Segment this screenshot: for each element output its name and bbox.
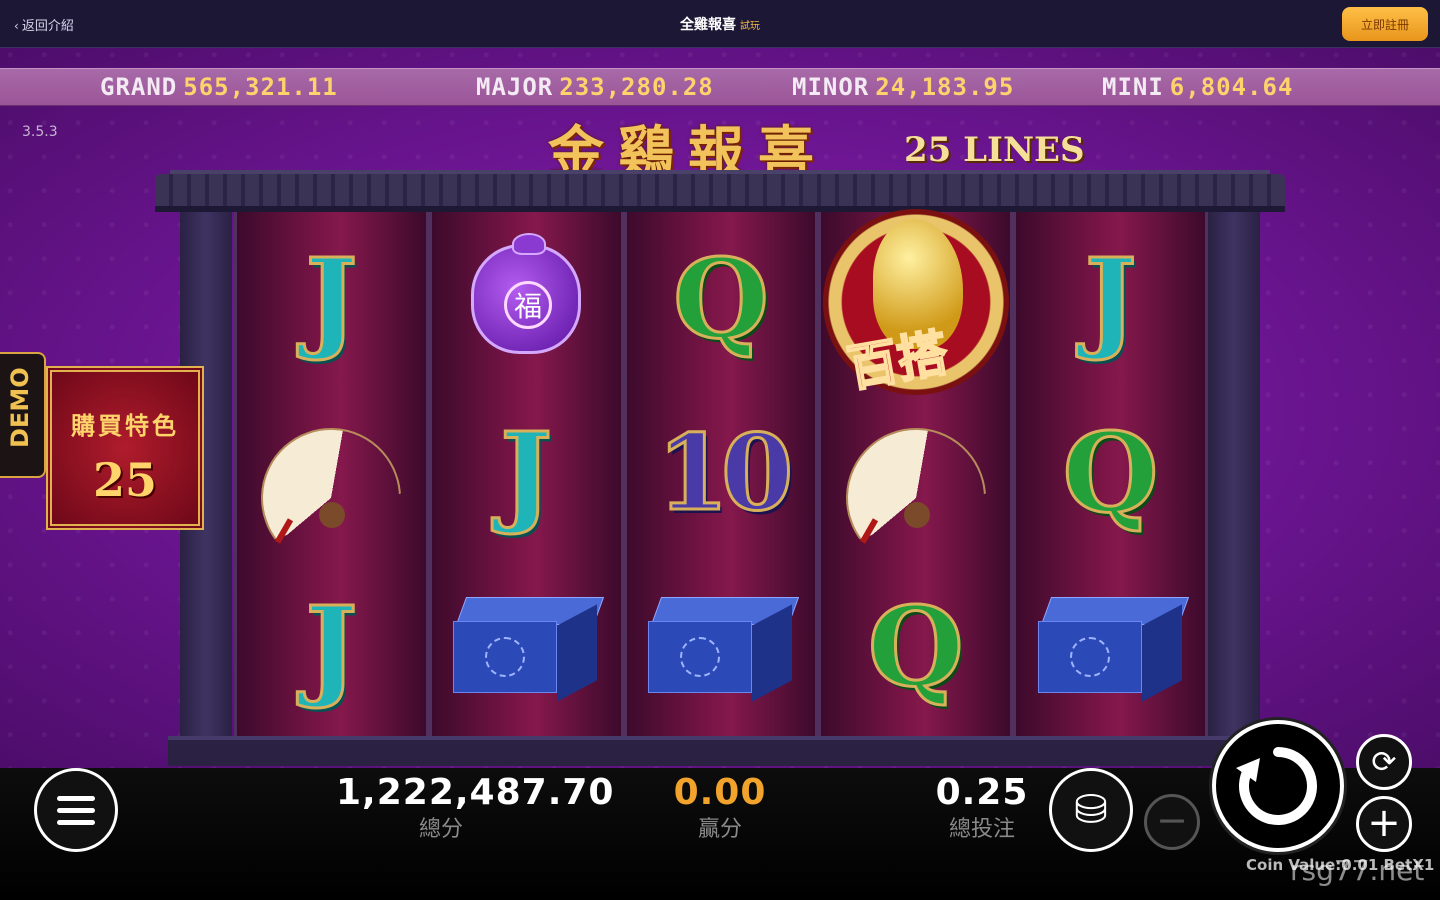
reel-4: 百搭 Q xyxy=(818,209,1014,736)
menu-icon-line xyxy=(57,819,95,825)
demo-tab: DEMO xyxy=(0,352,46,478)
balance-display: 1,222,487.70 總分 xyxy=(336,772,615,843)
symbol-fan xyxy=(846,428,986,518)
game-title: 全雞報喜 試玩 xyxy=(0,14,1440,34)
menu-icon xyxy=(57,795,95,801)
jackpot-mini: MINI 6,804.64 xyxy=(1102,73,1293,101)
reel-grid: J J 福 J Q 10 百搭 Q J Q xyxy=(234,209,1208,736)
buy-feature-button[interactable]: 購買特色 25 xyxy=(46,366,204,530)
symbol-box xyxy=(647,597,800,702)
symbol-lucky-bag: 福 xyxy=(471,233,582,354)
jackpot-minor-label: MINOR xyxy=(792,73,870,101)
symbol-j: J xyxy=(1083,234,1138,363)
symbol-box xyxy=(453,597,605,702)
symbol-q: Q xyxy=(1061,408,1160,537)
jackpot-mini-label: MINI xyxy=(1102,73,1164,101)
bet-display: 0.25 總投注 xyxy=(922,772,1042,843)
frame-base xyxy=(168,736,1238,766)
reel-cell xyxy=(1016,560,1205,734)
reel-cell: Q xyxy=(1016,386,1205,560)
jackpot-major: MAJOR 233,280.28 xyxy=(476,73,714,101)
reel-cell: 福 xyxy=(432,212,621,386)
reel-cell: J xyxy=(237,560,426,734)
spin-icon xyxy=(1236,747,1317,825)
coin-settings-button[interactable]: ⛁ xyxy=(1049,768,1133,852)
reel-cell: 百搭 xyxy=(821,209,1010,399)
symbol-j: J xyxy=(304,582,359,711)
top-bar: ‹ 返回介紹 全雞報喜 試玩 立即註冊 xyxy=(0,0,1440,48)
bet-increase-button[interactable]: + xyxy=(1356,796,1412,852)
reel-cell: Q xyxy=(627,212,816,386)
buy-feature-title: 購買特色 xyxy=(71,411,179,440)
reel-cell: 10 xyxy=(627,386,816,560)
reel-cell xyxy=(432,560,621,734)
trial-tag: 試玩 xyxy=(740,21,760,32)
symbol-q: Q xyxy=(672,234,771,363)
jackpot-minor: MINOR 24,183.95 xyxy=(792,73,1014,101)
reel-5: JQ xyxy=(1013,212,1208,736)
demo-label: DEMO xyxy=(6,367,34,448)
symbol-j: J xyxy=(499,408,554,537)
spin-button[interactable] xyxy=(1212,720,1344,852)
register-button[interactable]: 立即註冊 xyxy=(1342,7,1428,41)
fan-handle xyxy=(319,502,346,528)
box-medallion xyxy=(679,637,720,677)
symbol-10: 10 xyxy=(655,411,795,534)
win-label: 贏分 xyxy=(697,817,742,842)
menu-icon-line xyxy=(57,807,95,813)
fan-handle xyxy=(903,502,930,528)
coins-icon: ⛁ xyxy=(1074,787,1108,833)
win-value: 0.00 xyxy=(673,772,767,813)
bet-decrease-button[interactable]: − xyxy=(1144,794,1200,850)
game-logo: 金鷄報喜 25 LINES xyxy=(548,108,1088,186)
bet-label: 總投注 xyxy=(948,817,1015,842)
autoplay-button[interactable]: ⟳ xyxy=(1356,734,1412,790)
autoplay-icon: ⟳ xyxy=(1371,744,1397,780)
jackpot-grand-label: GRAND xyxy=(100,73,178,101)
minus-icon: − xyxy=(1156,798,1188,842)
box-medallion xyxy=(1069,637,1110,677)
jackpot-major-value: 233,280.28 xyxy=(559,73,714,101)
bag-fu-char: 福 xyxy=(504,281,553,329)
version-label: 3.5.3 xyxy=(22,124,58,140)
plus-icon: + xyxy=(1367,800,1401,846)
jackpot-minor-value: 24,183.95 xyxy=(875,73,1015,101)
balance-label: 總分 xyxy=(418,817,463,842)
jackpot-mini-value: 6,804.64 xyxy=(1169,73,1294,101)
reel-3: Q 10 xyxy=(623,212,819,736)
game-title-text: 全雞報喜 xyxy=(680,17,736,33)
win-display: 0.00 贏分 xyxy=(660,772,780,843)
bag-knot xyxy=(512,233,547,255)
watermark: rsg77.net xyxy=(1290,854,1425,887)
reel-2: 福J xyxy=(428,212,624,736)
symbol-wild-rooster: 百搭 xyxy=(822,209,1009,399)
logo-lines: 25 LINES xyxy=(904,130,1085,170)
reel-cell xyxy=(627,560,816,734)
symbol-q: Q xyxy=(866,582,965,711)
jackpot-grand-value: 565,321.11 xyxy=(183,73,338,101)
game-stage: GRAND 565,321.11 MAJOR 233,280.28 MINOR 24,… xyxy=(0,48,1440,768)
pagoda-roof xyxy=(155,174,1285,212)
symbol-j: J xyxy=(304,234,359,363)
reel-cell: J xyxy=(237,212,426,386)
reel-1: JJ xyxy=(234,212,429,736)
balance-value: 1,222,487.70 xyxy=(336,772,615,813)
menu-button[interactable] xyxy=(34,768,118,852)
jackpot-bar: GRAND 565,321.11 MAJOR 233,280.28 MINOR 24,… xyxy=(0,68,1440,106)
symbol-fan xyxy=(261,428,401,518)
jackpot-grand: GRAND 565,321.11 xyxy=(100,73,338,101)
symbol-box xyxy=(1037,597,1189,702)
reel-cell xyxy=(237,386,426,560)
bet-value: 0.25 xyxy=(935,772,1029,813)
frame-pillar-right xyxy=(1208,212,1260,742)
reel-cell xyxy=(821,386,1010,560)
buy-feature-cost: 25 xyxy=(92,453,157,507)
reel-cell: J xyxy=(432,386,621,560)
jackpot-major-label: MAJOR xyxy=(476,73,554,101)
control-bar: 1,222,487.70 總分 0.00 贏分 0.25 總投注 ⛁ − ⟳ +… xyxy=(0,720,1440,900)
box-medallion xyxy=(485,637,526,677)
reel-cell: Q xyxy=(821,560,1010,734)
reel-cell: J xyxy=(1016,212,1205,386)
